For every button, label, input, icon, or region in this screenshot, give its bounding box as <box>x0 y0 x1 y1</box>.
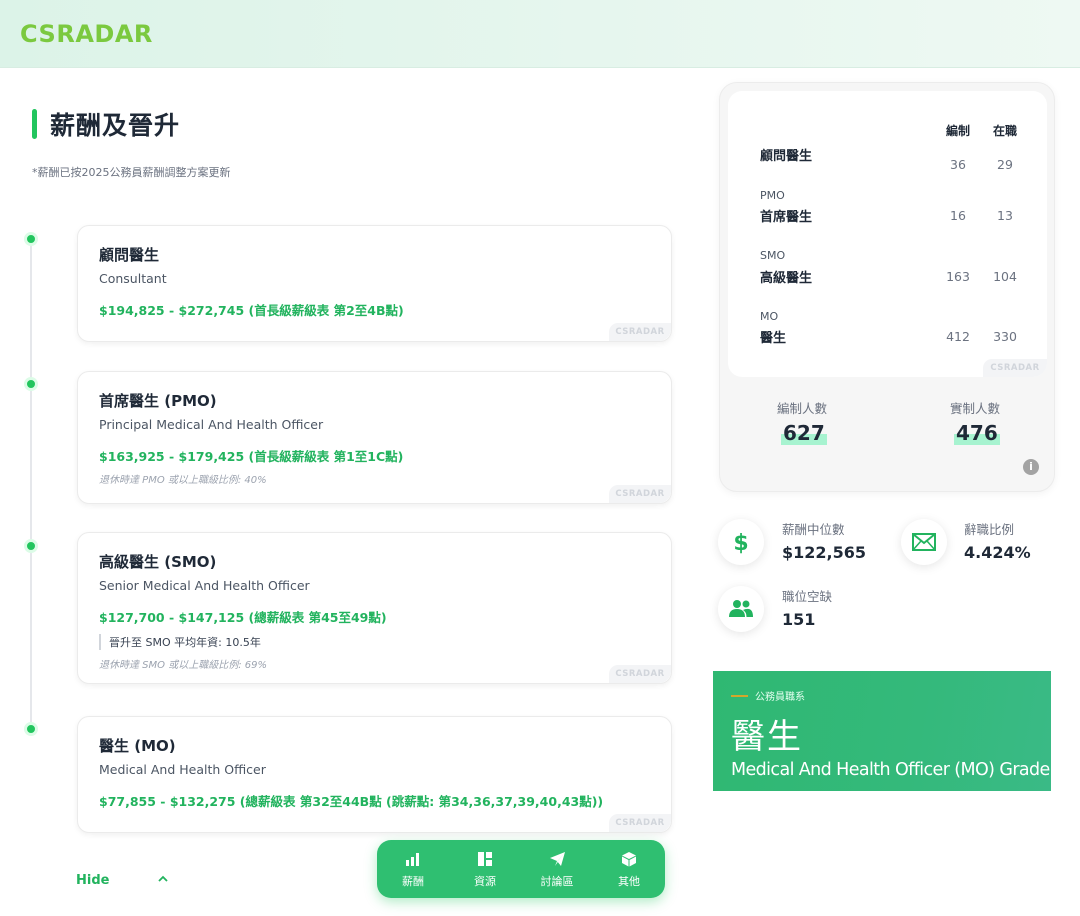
strength-count: 330 <box>993 329 1017 344</box>
vacancies-label: 職位空缺 <box>782 589 833 604</box>
rank-name: 醫生 <box>760 331 787 346</box>
rank-name: 高級醫生 <box>760 271 813 286</box>
establishment-count: 412 <box>946 329 970 344</box>
bar-chart-icon <box>405 850 421 868</box>
rank-name: 首席醫生 <box>760 210 813 225</box>
hide-toggle[interactable]: Hide <box>76 873 109 888</box>
banner-title: 醫生 <box>731 717 803 757</box>
top-bar: CSRADAR <box>0 0 1080 68</box>
establishment-total-value: 627 <box>781 421 827 445</box>
timeline-line <box>30 239 32 729</box>
rank-card-consultant[interactable]: 顧問醫生 Consultant $194,825 - $272,745 (首長級… <box>77 225 672 342</box>
timeline-dot <box>24 377 38 391</box>
svg-text:$: $ <box>733 531 748 554</box>
promotion-seniority: 晉升至 SMO 平均年資: 10.5年 <box>99 634 650 650</box>
nav-resources[interactable]: 資源 <box>449 840 521 898</box>
grade-banner: 公務員職系 醫生 Medical And Health Officer (MO)… <box>713 671 1051 791</box>
watermark: CSRADAR <box>609 814 671 832</box>
users-icon <box>718 586 764 632</box>
page-title: 薪酬及晉升 <box>50 111 181 140</box>
nav-other[interactable]: 其他 <box>593 840 665 898</box>
banner-caption: 公務員職系 <box>755 692 805 703</box>
watermark: CSRADAR <box>983 359 1047 377</box>
median-salary-value: $122,565 <box>782 543 867 562</box>
rank-name: 顧問醫生 <box>760 149 813 164</box>
rank-abbr: SMO <box>760 249 786 262</box>
watermark: CSRADAR <box>609 665 671 683</box>
establishment-header: 編制 <box>946 124 971 138</box>
strength-count: 13 <box>997 208 1013 223</box>
rank-salary: $194,825 - $272,745 (首長級薪級表 第2至4B點) <box>99 303 404 318</box>
strength-total-label: 實制人數 <box>949 401 1000 416</box>
vacancies-value: 151 <box>782 610 816 629</box>
resignation-rate-label: 辭職比例 <box>964 522 1015 537</box>
rank-abbr: PMO <box>760 189 785 202</box>
retire-ratio-note: 退休時達 SMO 或以上職級比例: 69% <box>99 660 267 671</box>
paper-plane-icon <box>549 850 566 868</box>
nav-forum[interactable]: 討論區 <box>521 840 593 898</box>
retire-ratio-note: 退休時達 PMO 或以上職級比例: 40% <box>99 475 267 486</box>
strength-count: 104 <box>993 269 1017 284</box>
establishment-total-label: 編制人數 <box>776 401 827 416</box>
envelope-icon <box>901 519 947 565</box>
timeline-dot <box>24 539 38 553</box>
nav-label: 討論區 <box>540 874 574 888</box>
resignation-rate-value: 4.424% <box>964 543 1031 562</box>
watermark: CSRADAR <box>609 485 671 503</box>
cube-icon <box>621 850 637 868</box>
rank-english: Consultant <box>99 271 167 286</box>
grid-icon <box>477 850 493 868</box>
timeline-dot <box>24 722 38 736</box>
rank-card-mo[interactable]: 醫生 (MO) Medical And Health Officer $77,8… <box>77 716 672 833</box>
rank-english: Senior Medical And Health Officer <box>99 578 310 593</box>
establishment-table: 編制 在職 顧問醫生 36 29 PMO 首席醫生 16 13 SMO 高級醫生… <box>728 91 1047 377</box>
salary-update-note: *薪酬已按2025公務員薪酬調整方案更新 <box>32 166 231 179</box>
nav-label: 薪酬 <box>402 874 424 888</box>
dollar-icon: $ <box>718 519 764 565</box>
establishment-count: 163 <box>946 269 970 284</box>
rank-title: 首席醫生 (PMO) <box>99 392 217 410</box>
watermark: CSRADAR <box>609 323 671 341</box>
rank-title: 醫生 (MO) <box>99 737 176 755</box>
banner-dash <box>731 695 748 697</box>
establishment-panel: 編制 在職 顧問醫生 36 29 PMO 首席醫生 16 13 SMO 高級醫生… <box>719 82 1055 492</box>
median-salary-label: 薪酬中位數 <box>782 522 845 537</box>
rank-card-smo[interactable]: 高級醫生 (SMO) Senior Medical And Health Off… <box>77 532 672 684</box>
bottom-nav: 薪酬 資源 討論區 其他 <box>377 840 665 898</box>
strength-header: 在職 <box>993 124 1018 138</box>
rank-card-pmo[interactable]: 首席醫生 (PMO) Principal Medical And Health … <box>77 371 672 504</box>
rank-title: 顧問醫生 <box>99 246 160 264</box>
rank-abbr: MO <box>760 310 779 323</box>
page-title-wrap: 薪酬及晉升 <box>32 106 180 142</box>
strength-total-value: 476 <box>954 421 1000 445</box>
establishment-count: 36 <box>950 157 966 172</box>
strength-count: 29 <box>997 157 1013 172</box>
rank-english: Principal Medical And Health Officer <box>99 417 324 432</box>
title-accent-bar <box>32 109 37 139</box>
info-icon[interactable]: i <box>1023 459 1039 475</box>
rank-salary: $163,925 - $179,425 (首長級薪級表 第1至1C點) <box>99 449 404 464</box>
nav-label: 資源 <box>474 874 496 888</box>
timeline-dot <box>24 232 38 246</box>
chevron-up-icon[interactable] <box>157 873 169 889</box>
logo[interactable]: CSRADAR <box>20 20 153 48</box>
nav-label: 其他 <box>618 874 640 888</box>
rank-title: 高級醫生 (SMO) <box>99 553 217 571</box>
establishment-count: 16 <box>950 208 966 223</box>
nav-salary[interactable]: 薪酬 <box>377 840 449 898</box>
banner-english: Medical And Health Officer (MO) Grade <box>731 760 1050 780</box>
rank-salary: $127,700 - $147,125 (總薪級表 第45至49點) <box>99 610 387 625</box>
rank-salary: $77,855 - $132,275 (總薪級表 第32至44B點 (跳薪點: … <box>99 794 604 809</box>
rank-english: Medical And Health Officer <box>99 762 266 777</box>
